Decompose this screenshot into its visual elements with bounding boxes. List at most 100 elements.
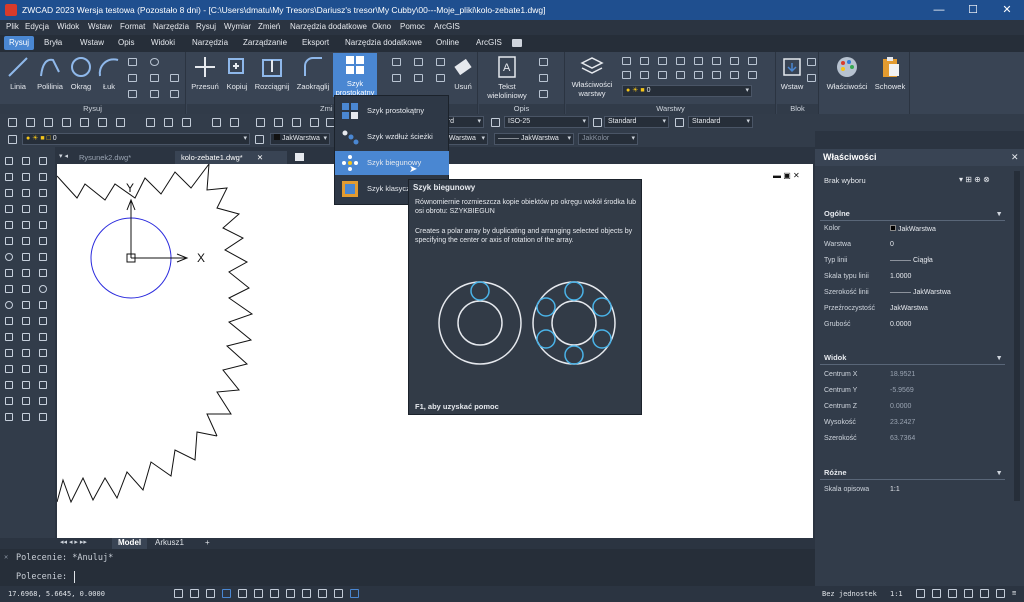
wlasciwosci-warstwy-button[interactable]: Właściwości warstwy <box>568 54 616 98</box>
units-indicator[interactable]: Bez jednostek <box>822 590 877 598</box>
prop-row-typ-linii[interactable]: Typ linii ——— Ciągła <box>815 253 1010 269</box>
clean-screen-icon[interactable] <box>996 589 1005 598</box>
szyk-button[interactable]: Szyk prostokątny <box>333 53 377 97</box>
tab-online[interactable]: Online <box>436 38 459 47</box>
tab-arcgis[interactable]: ArcGIS <box>476 38 502 47</box>
tool-arc-icon[interactable] <box>5 189 13 197</box>
layer-tool-10-icon[interactable] <box>640 71 649 79</box>
tool-stretch-icon[interactable] <box>22 253 30 261</box>
tool-gradient-icon[interactable] <box>39 173 47 181</box>
paste-icon[interactable] <box>182 118 191 127</box>
donut-icon[interactable] <box>170 90 179 98</box>
tab-add-layout[interactable]: + <box>205 538 210 547</box>
dimension-icon[interactable] <box>539 58 548 66</box>
selection-tools[interactable]: ▾ ⊞ ⊕ ⊗ <box>959 175 990 184</box>
tool-array-icon[interactable] <box>22 221 30 229</box>
ortho-icon[interactable] <box>206 589 215 598</box>
layer-tool-9-icon[interactable] <box>622 71 631 79</box>
cut-icon[interactable] <box>146 118 155 127</box>
tool-pedit-icon[interactable] <box>22 349 30 357</box>
color-dropdown[interactable]: JakWarstwa <box>270 133 330 145</box>
print-icon[interactable] <box>80 118 89 127</box>
table-icon[interactable] <box>539 90 548 98</box>
tool-extend-icon[interactable] <box>22 269 30 277</box>
prop-row-szerokosc-linii[interactable]: Szerokość linii ——— JakWarstwa <box>815 285 1010 301</box>
lweight-icon[interactable] <box>302 589 311 598</box>
copy-clip-icon[interactable] <box>164 118 173 127</box>
tab-narzedzia[interactable]: Narzędzia <box>192 38 228 47</box>
polar-icon[interactable] <box>222 589 231 598</box>
prop-row-skala-typu[interactable]: Skala typu linii 1.0000 <box>815 269 1010 285</box>
menu-pomoc[interactable]: Pomoc <box>400 22 425 31</box>
point-icon[interactable] <box>150 90 159 98</box>
menu-wstaw[interactable]: Wstaw <box>88 22 112 31</box>
mirror-icon[interactable] <box>392 74 401 82</box>
tool-arc2-icon[interactable] <box>5 237 13 245</box>
okrag-button[interactable]: Okrąg <box>68 54 94 91</box>
rozciagnij-button[interactable]: Rozciągnij <box>253 54 291 91</box>
tool-matchprop-icon[interactable] <box>22 365 30 373</box>
menu-narzedzia[interactable]: Narzędzia <box>153 22 189 31</box>
edit-block-icon[interactable] <box>807 74 816 82</box>
prop-row-wysokosc[interactable]: Wysokość 23.2427 <box>815 415 1010 431</box>
tool-boundary-icon[interactable] <box>39 189 47 197</box>
tool-table-icon[interactable] <box>39 317 47 325</box>
rectangle-icon[interactable] <box>128 58 137 66</box>
properties-close-icon[interactable]: ✕ <box>1011 152 1019 163</box>
table-style-dropdown[interactable]: Standard <box>604 116 669 128</box>
tool-image-icon[interactable] <box>5 381 13 389</box>
tab-zarzadzanie[interactable]: Zarządzanie <box>243 38 287 47</box>
tool-dim-icon[interactable] <box>39 333 47 341</box>
prop-row-skala-opisowa[interactable]: Skala opisowa 1:1 <box>815 482 1010 498</box>
linia-button[interactable]: Linia <box>4 54 32 91</box>
region-icon[interactable] <box>128 90 137 98</box>
close-button[interactable]: ✕ <box>990 0 1024 20</box>
preview-icon[interactable] <box>98 118 107 127</box>
tool-chamfer-icon[interactable] <box>22 301 30 309</box>
menu-widok[interactable]: Widok <box>57 22 79 31</box>
tab-narzedzia-dodatkowe[interactable]: Narzędzia dodatkowe <box>345 38 422 47</box>
tool-region-icon[interactable] <box>39 205 47 213</box>
tool-lengthen-icon[interactable] <box>22 397 30 405</box>
grid-icon[interactable] <box>174 589 183 598</box>
menu-arcgis[interactable]: ArcGIS <box>434 22 460 31</box>
layer-tool-3-icon[interactable] <box>658 57 667 65</box>
menu-plik[interactable]: Plik <box>6 22 19 31</box>
prop-row-szerokosc[interactable]: Szerokość 63.7364 <box>815 431 1010 447</box>
layer-tool-12-icon[interactable] <box>676 71 685 79</box>
layer-tool-8-icon[interactable] <box>748 57 757 65</box>
isolate-icon[interactable] <box>980 589 989 598</box>
section-widok[interactable]: Widok <box>820 351 1005 365</box>
command-input[interactable] <box>74 571 804 583</box>
transparency-icon[interactable] <box>318 589 327 598</box>
menu-okno[interactable]: Okno <box>372 22 391 31</box>
osnap-icon[interactable] <box>238 589 247 598</box>
offset-icon[interactable] <box>436 74 445 82</box>
layer-tool-13-icon[interactable] <box>694 71 703 79</box>
menu-item-szyk-biegunowy[interactable]: Szyk biegunowy <box>335 151 449 175</box>
tool-explode-icon[interactable] <box>22 333 30 341</box>
tab-opis[interactable]: Opis <box>118 38 134 47</box>
layer-tool-15-icon[interactable] <box>730 71 739 79</box>
lineweight-dropdown[interactable]: ——— JakWarstwa <box>494 133 574 145</box>
tool-leader-icon[interactable] <box>39 349 47 357</box>
workspace-icon[interactable] <box>932 589 941 598</box>
tool-fillet-icon[interactable] <box>22 317 30 325</box>
prop-row-grubosc[interactable]: Grubość 0.0000 <box>815 317 1010 333</box>
prop-row-centrum-y[interactable]: Centrum Y -5.9569 <box>815 383 1010 399</box>
tool-polygon-icon[interactable] <box>5 205 13 213</box>
tool-erase-icon[interactable] <box>22 157 30 165</box>
menu-rysuj[interactable]: Rysuj <box>196 22 216 31</box>
tool-ellipse-arc-icon[interactable] <box>5 317 13 325</box>
wstaw-blok-button[interactable]: Wstaw <box>779 54 805 91</box>
prop-row-przezroczystosc[interactable]: Przeźroczystość JakWarstwa <box>815 301 1010 317</box>
zoom-icon[interactable] <box>274 118 283 127</box>
extend-icon[interactable] <box>436 58 445 66</box>
tool-ellipse-icon[interactable] <box>5 301 13 309</box>
annotation-scale[interactable]: 1:1 <box>890 590 903 598</box>
tool-tolerance-icon[interactable] <box>39 365 47 373</box>
prop-row-centrum-z[interactable]: Centrum Z 0.0000 <box>815 399 1010 415</box>
tool-block-icon[interactable] <box>5 349 13 357</box>
tool-spline-icon[interactable] <box>5 285 13 293</box>
command-close-icon[interactable]: ✕ <box>4 553 8 561</box>
